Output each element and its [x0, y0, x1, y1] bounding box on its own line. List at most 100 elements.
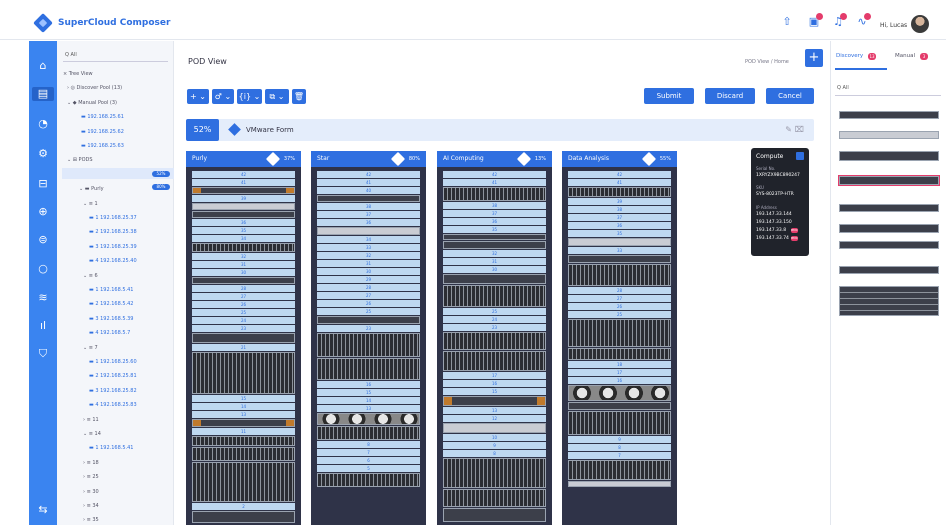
info-tool-button[interactable]: {i} ⌄ — [237, 89, 262, 104]
rack-slot[interactable]: 28 — [317, 284, 420, 291]
rack[interactable]: 42 41 39 38 37 36 35 33 28 27 26 25 18 17 16 9 8 7 — [562, 167, 677, 525]
tree-item[interactable]: ⌄ ◆ Manual Pool (3) — [67, 100, 117, 106]
rack-server[interactable] — [317, 333, 420, 357]
rack-slot[interactable]: 23 — [317, 325, 420, 332]
device-list-item[interactable] — [839, 266, 939, 274]
rack-slot[interactable]: 16 — [443, 380, 546, 387]
rack-server[interactable] — [568, 460, 671, 480]
rack-server[interactable] — [443, 285, 546, 307]
rack-slot[interactable]: 7 — [568, 452, 671, 459]
rack-slot[interactable]: 9 — [568, 436, 671, 443]
rack-server[interactable] — [192, 211, 295, 218]
rack-slot[interactable]: 42 — [568, 171, 671, 178]
tree-item[interactable]: ▬ 1 192.168.5.41 — [89, 445, 133, 451]
user-greeting[interactable]: Hi, Lucas — [880, 22, 907, 29]
rack-slot[interactable]: 34 — [317, 236, 420, 243]
pod-bar[interactable]: 52% VMware Form ✎ ⌧ — [186, 119, 814, 141]
rack-slot[interactable]: 25 — [317, 308, 420, 315]
copy-tool-button[interactable]: ⧉ ⌄ — [265, 89, 289, 104]
rack-slot[interactable]: 27 — [192, 293, 295, 300]
tree-item[interactable]: ▬ 1 192.168.25.60 — [89, 359, 137, 365]
link-tool-button[interactable]: ♂ ⌄ — [212, 89, 234, 104]
rack-slot[interactable]: 42 — [192, 171, 295, 178]
rack-slot[interactable]: 18 — [568, 361, 671, 368]
rack-slot[interactable]: 24 — [192, 317, 295, 324]
rack-server[interactable] — [192, 277, 295, 284]
rack-slot[interactable]: 36 — [317, 219, 420, 226]
rack-header[interactable]: Purly 37% — [186, 151, 301, 167]
tree-item[interactable]: ▬ 3 192.168.25.39 — [89, 244, 137, 250]
rack-server[interactable] — [443, 332, 546, 350]
cancel-button[interactable]: Cancel — [766, 88, 814, 104]
rack-slot[interactable]: 28 — [568, 287, 671, 294]
server-icon[interactable]: ▤ — [32, 87, 54, 101]
tree-item[interactable]: ▬ 1 192.168.25.37 — [89, 215, 137, 221]
device-list-item[interactable] — [839, 176, 939, 185]
tree-item[interactable]: ⌄ ≡ 1 — [83, 201, 98, 207]
rack-server[interactable] — [568, 402, 671, 410]
device-list-item[interactable] — [839, 224, 939, 233]
home-icon[interactable]: ⌂ — [36, 59, 50, 73]
rack-slot[interactable]: 34 — [192, 235, 295, 242]
rack-slot[interactable]: 25 — [192, 309, 295, 316]
rack-server[interactable] — [317, 195, 420, 202]
tree-item[interactable]: › ≡ 30 — [83, 489, 99, 495]
rack-slot[interactable]: 17 — [443, 372, 546, 379]
rack[interactable]: 42 41 39 36 35 34 32 31 30 28 27 26 25 24 23 21 15 14 13 11… — [186, 167, 301, 525]
rack-slot[interactable]: 41 — [443, 179, 546, 186]
settings-icon[interactable]: ⚙ — [36, 147, 50, 161]
rack-slot[interactable]: 31 — [192, 261, 295, 268]
rack-server[interactable] — [192, 243, 295, 252]
rack-slot[interactable]: 14 — [317, 397, 420, 404]
tree-item[interactable]: ⌄ ≡ 6 — [83, 273, 98, 279]
rack-slot[interactable]: 37 — [568, 214, 671, 221]
rack-slot[interactable]: 15 — [317, 389, 420, 396]
edit-icon[interactable]: ✎ — [785, 125, 792, 134]
tree-item[interactable]: ▬ 2 192.168.5.42 — [89, 301, 133, 307]
device-list-item[interactable] — [839, 111, 939, 119]
tree-item[interactable]: ▬ 4 192.168.25.83 — [89, 402, 137, 408]
rack-slot[interactable]: 25 — [568, 311, 671, 318]
rack-server[interactable] — [568, 385, 671, 401]
rack-slot[interactable]: 42 — [443, 171, 546, 178]
globe-icon[interactable]: ⊕ — [36, 205, 50, 219]
device-list-item[interactable] — [839, 204, 939, 212]
rack-slot[interactable]: 35 — [443, 226, 546, 233]
rack-slot[interactable]: 6 — [317, 457, 420, 464]
rack-slot[interactable]: 41 — [192, 179, 295, 186]
rack-slot[interactable]: 13 — [317, 405, 420, 412]
rack-slot[interactable]: 36 — [568, 222, 671, 229]
device-list-item[interactable] — [839, 241, 939, 249]
rack-slot[interactable]: 27 — [317, 292, 420, 299]
avatar[interactable] — [911, 15, 929, 33]
rack-server[interactable] — [443, 187, 546, 201]
rack-slot[interactable]: 38 — [443, 202, 546, 209]
rack-slot[interactable]: 36 — [443, 218, 546, 225]
rack-server[interactable] — [192, 419, 295, 427]
rack-server[interactable] — [192, 436, 295, 446]
tree-item[interactable]: ▬ 192.168.25.61 — [81, 114, 124, 120]
tree-item[interactable]: ⌄ ≡ 14 — [83, 431, 101, 437]
tree-item[interactable]: ▬ 3 192.168.25.82 — [89, 388, 137, 394]
rack-server[interactable] — [317, 473, 420, 487]
rack-slot[interactable]: 32 — [192, 253, 295, 260]
lock-icon[interactable]: ⊟ — [36, 177, 50, 191]
cloud-icon[interactable]: ◔ — [36, 117, 50, 131]
rack-slot[interactable]: 39 — [192, 195, 295, 202]
rack-slot[interactable]: 32 — [317, 252, 420, 259]
tree-item[interactable]: › ≡ 18 — [83, 460, 99, 466]
rack-slot[interactable]: 11 — [192, 428, 295, 435]
rack-slot[interactable]: 29 — [317, 276, 420, 283]
rack-server[interactable] — [443, 241, 546, 249]
tree-item[interactable]: › ≡ 35 — [83, 517, 99, 523]
rack-slot[interactable]: 7 — [317, 449, 420, 456]
rack-server[interactable] — [568, 264, 671, 286]
tree-item[interactable]: ⌄ ⊞ PODS — [67, 157, 93, 163]
rack-server[interactable] — [192, 203, 295, 210]
rack-server[interactable] — [443, 508, 546, 522]
rack-slot[interactable]: 38 — [317, 203, 420, 210]
upload-icon[interactable]: ⇧ — [780, 15, 794, 29]
tree-item[interactable]: ▬ 192.168.25.62 — [81, 129, 124, 135]
rack-slot[interactable]: 32 — [443, 250, 546, 257]
rack-server[interactable] — [568, 481, 671, 487]
